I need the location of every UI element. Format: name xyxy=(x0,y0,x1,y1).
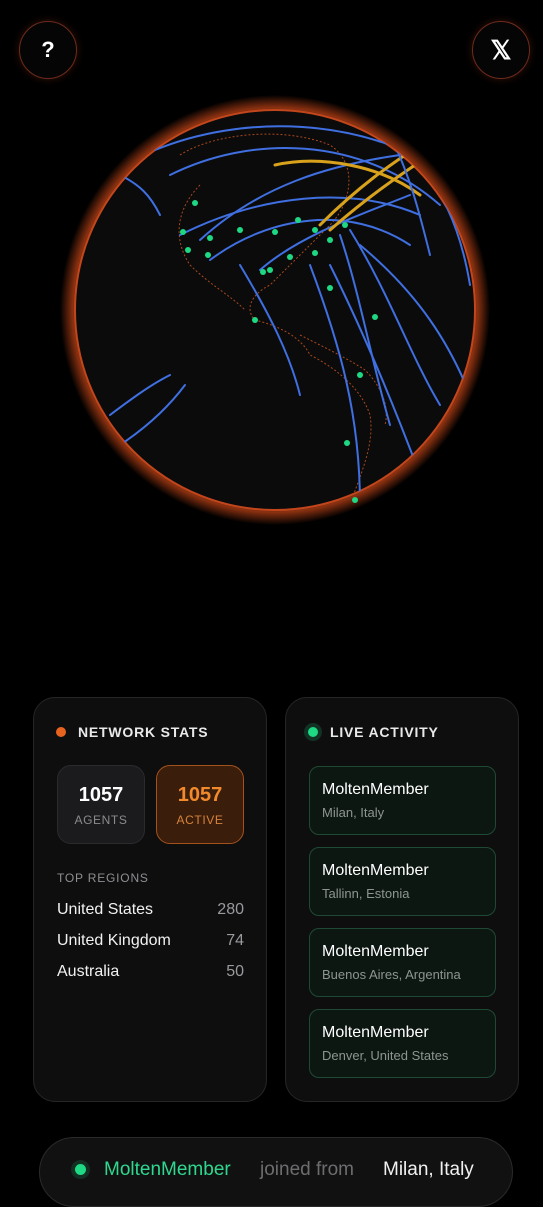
join-ticker: MoltenMember joined from Milan, Italy xyxy=(39,1137,513,1207)
region-name: United Kingdom xyxy=(57,932,171,949)
activity-user: MoltenMember xyxy=(322,862,429,879)
region-row: United States 280 xyxy=(57,898,244,922)
activity-item[interactable]: MoltenMember Milan, Italy xyxy=(309,766,496,835)
activity-user: MoltenMember xyxy=(322,781,429,798)
region-count: 50 xyxy=(226,963,244,980)
active-label: ACTIVE xyxy=(176,813,224,827)
region-row: United Kingdom 74 xyxy=(57,929,244,953)
region-row: Australia 50 xyxy=(57,960,244,984)
status-dot-icon xyxy=(56,727,66,737)
live-activity-header: LIVE ACTIVITY xyxy=(308,724,439,740)
network-stats-title: NETWORK STATS xyxy=(78,724,209,740)
region-count: 280 xyxy=(217,901,244,918)
activity-user: MoltenMember xyxy=(322,1024,429,1041)
network-stats-panel: NETWORK STATS 1057 AGENTS 1057 ACTIVE TO… xyxy=(33,697,267,1102)
globe-visualization[interactable] xyxy=(60,95,490,525)
network-stats-header: NETWORK STATS xyxy=(56,724,208,740)
live-dot-icon xyxy=(75,1164,86,1175)
live-dot-icon xyxy=(308,727,318,737)
agents-stat: 1057 AGENTS xyxy=(57,765,145,844)
region-count: 74 xyxy=(226,932,244,949)
activity-item[interactable]: MoltenMember Denver, United States xyxy=(309,1009,496,1078)
activity-user: MoltenMember xyxy=(322,943,429,960)
activity-item[interactable]: MoltenMember Buenos Aires, Argentina xyxy=(309,928,496,997)
help-button[interactable]: ? xyxy=(19,21,77,79)
region-name: United States xyxy=(57,901,154,918)
live-activity-title: LIVE ACTIVITY xyxy=(330,724,439,740)
active-stat: 1057 ACTIVE xyxy=(156,765,244,844)
ticker-user: MoltenMember xyxy=(104,1159,231,1180)
region-name: Australia xyxy=(57,963,120,980)
agents-count: 1057 xyxy=(78,784,124,806)
activity-item[interactable]: MoltenMember Tallinn, Estonia xyxy=(309,847,496,916)
activity-location: Buenos Aires, Argentina xyxy=(322,967,461,982)
ticker-action: joined from xyxy=(260,1159,354,1180)
top-regions-title: TOP REGIONS xyxy=(57,871,149,885)
agents-label: AGENTS xyxy=(74,813,128,827)
question-icon: ? xyxy=(41,37,55,62)
x-social-button[interactable]: 𝕏 xyxy=(472,21,530,79)
x-logo-icon: 𝕏 xyxy=(490,34,512,65)
activity-location: Tallinn, Estonia xyxy=(322,886,410,901)
ticker-location: Milan, Italy xyxy=(383,1159,474,1180)
activity-location: Milan, Italy xyxy=(322,805,385,820)
globe-sphere xyxy=(74,109,476,511)
active-count: 1057 xyxy=(177,784,223,806)
live-activity-panel: LIVE ACTIVITY MoltenMember Milan, Italy … xyxy=(285,697,519,1102)
activity-location: Denver, United States xyxy=(322,1048,449,1063)
